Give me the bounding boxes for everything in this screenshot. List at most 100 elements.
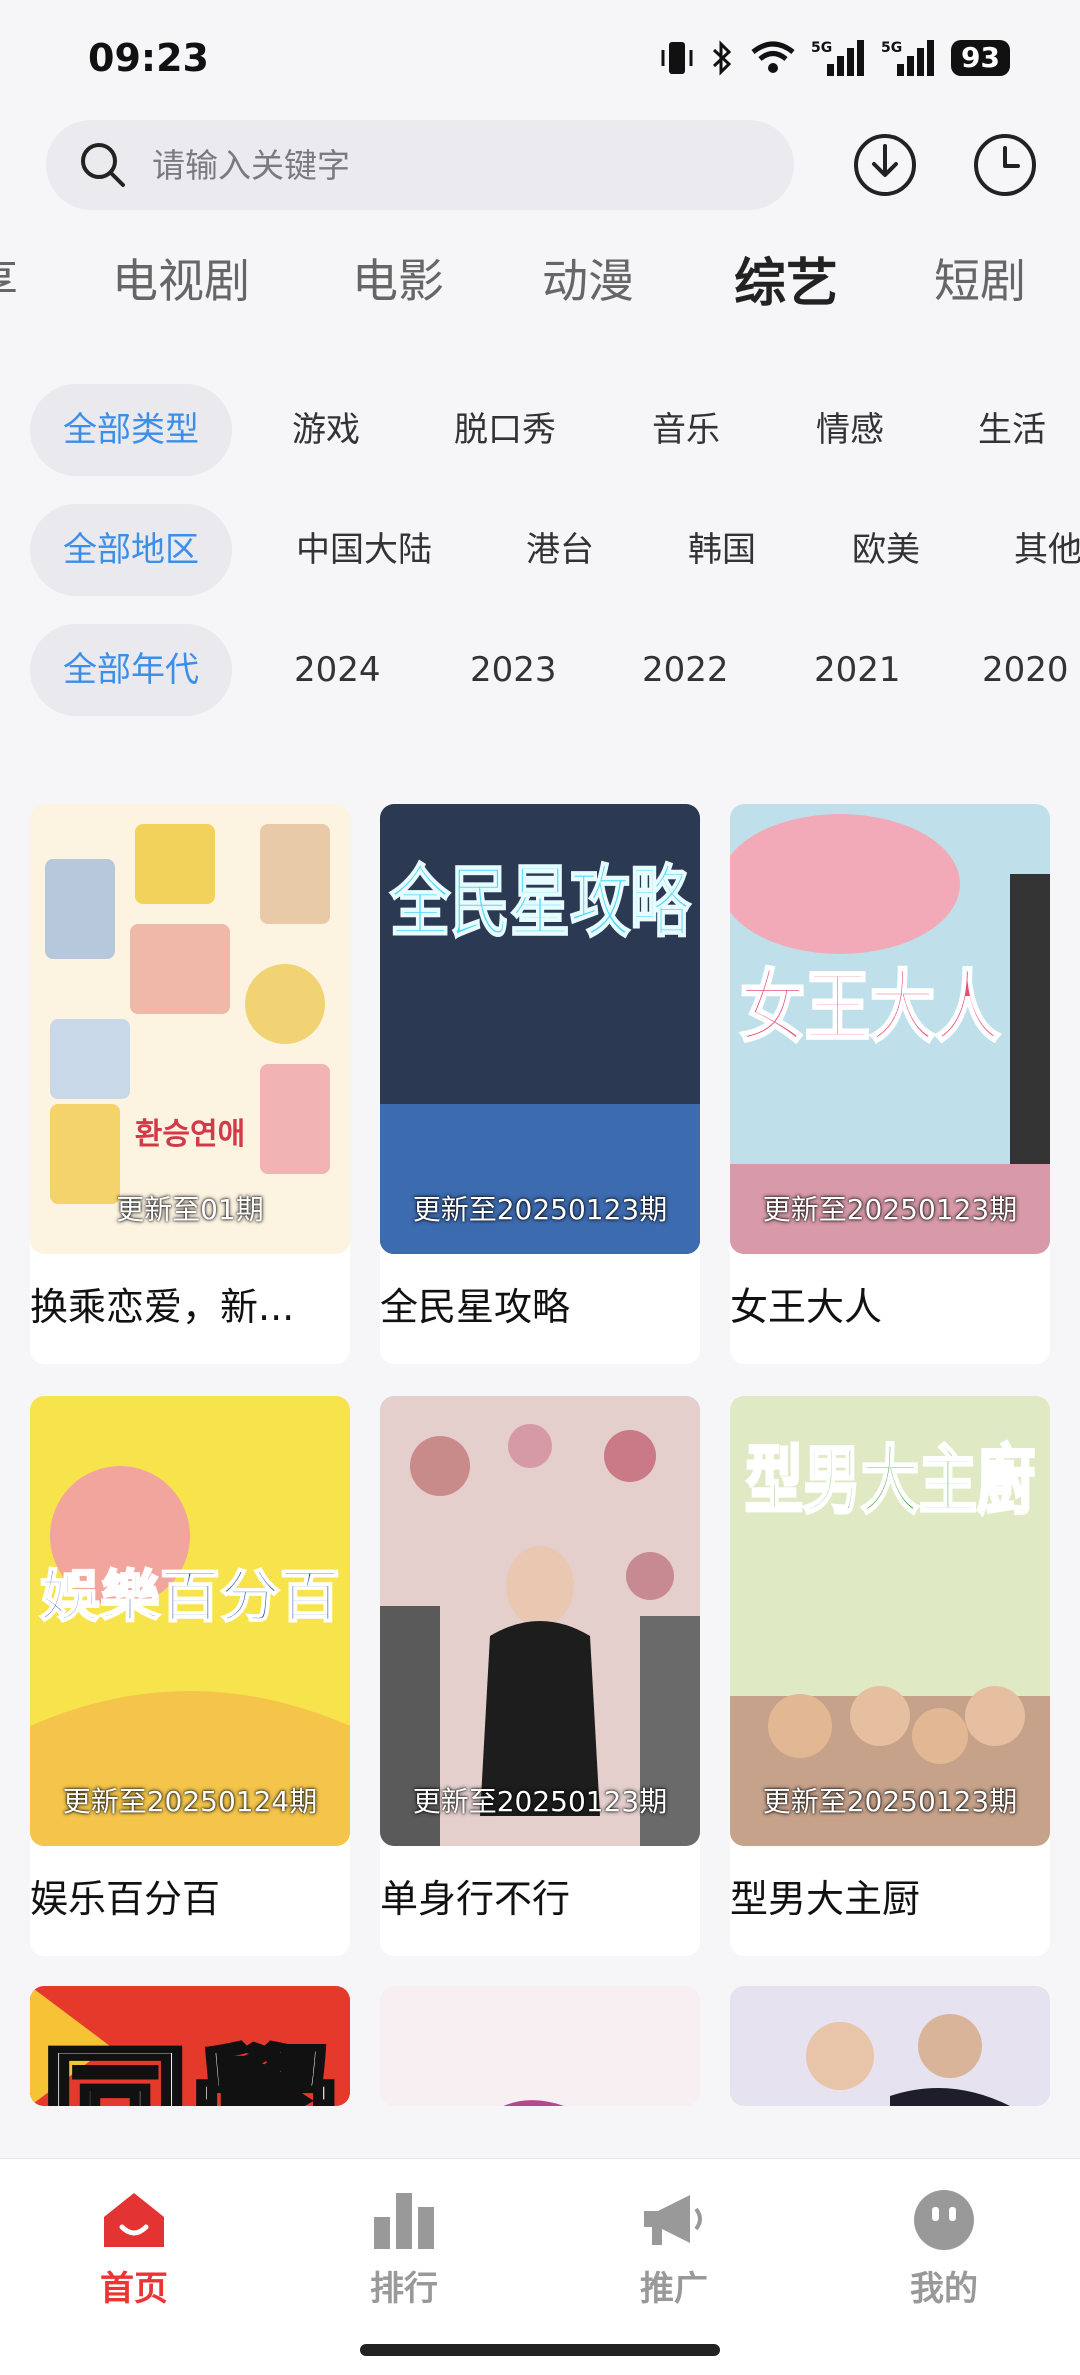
signal-icon: 5G xyxy=(811,40,865,76)
filter-chip[interactable]: 2024 xyxy=(294,624,381,716)
show-card[interactable]: 환승연애 更新至01期 换乘恋爱，新... xyxy=(30,804,350,1364)
show-poster: 更新至20250123期 xyxy=(380,1396,700,1846)
show-card[interactable]: 娛樂百分百 更新至20250124期 娱乐百分百 xyxy=(30,1396,350,1956)
tab-variety[interactable]: 综艺 xyxy=(734,245,838,316)
update-label: 更新至20250123期 xyxy=(762,1193,1018,1226)
show-card[interactable]: 同學 xyxy=(30,1986,350,2106)
search-row xyxy=(0,118,1080,218)
poster-illustration: 娛樂百分百 xyxy=(30,1396,350,1846)
nav-profile[interactable]: 我的 xyxy=(864,2187,1024,2310)
nav-home-label: 首页 xyxy=(100,2269,168,2309)
show-poster: 同學 xyxy=(30,1986,350,2106)
poster-illustration: 환승연애 xyxy=(45,824,330,1204)
poster-text: 女王大人 xyxy=(740,963,1000,1053)
show-card[interactable]: 型男大主廚 更新至20250123期 型男大主厨 xyxy=(730,1396,1050,1956)
poster-text: 型男大主廚 xyxy=(745,1438,1035,1524)
filter-chip[interactable]: 港台 xyxy=(526,504,594,596)
tab-partial[interactable]: 享 xyxy=(0,245,18,311)
search-icon xyxy=(81,143,125,187)
show-card[interactable]: 全民星攻略 更新至20250123期 全民星攻略 xyxy=(380,804,700,1364)
poster-illustration: 全民星攻略 xyxy=(380,804,700,1254)
tab-tv-series[interactable]: 电视剧 xyxy=(112,245,250,311)
profile-face-icon xyxy=(914,2190,974,2250)
tab-anime[interactable]: 动漫 xyxy=(542,245,634,311)
filter-chip[interactable]: 2020 xyxy=(982,624,1069,716)
status-bar: 09:23 5G 5G 93 xyxy=(0,0,1080,110)
filter-chip-all-regions[interactable]: 全部地区 xyxy=(30,504,232,596)
update-label: 更新至20250123期 xyxy=(412,1785,668,1818)
show-title: 单身行不行 xyxy=(380,1877,571,1921)
wifi-icon xyxy=(751,41,795,73)
status-time: 09:23 xyxy=(88,36,209,80)
poster-text: 娛樂百分百 xyxy=(40,1565,340,1630)
home-indicator[interactable] xyxy=(360,2344,720,2356)
poster-text: 全民星攻略 xyxy=(389,858,691,948)
tab-short-drama[interactable]: 短剧 xyxy=(934,245,1026,311)
show-card[interactable]: 女王大人 更新至20250123期 女王大人 xyxy=(730,804,1050,1364)
show-poster: 全民星攻略 更新至20250123期 xyxy=(380,804,700,1254)
filter-chip[interactable]: 其他 xyxy=(1014,504,1080,596)
vibrate-icon xyxy=(661,42,693,74)
search-box[interactable] xyxy=(46,120,794,210)
megaphone-icon xyxy=(644,2195,702,2245)
download-icon[interactable] xyxy=(852,132,918,198)
poster-illustration: 女王大人 xyxy=(730,804,1050,1254)
history-clock-icon[interactable] xyxy=(972,132,1038,198)
bar-chart-icon xyxy=(374,2193,434,2249)
filter-chip[interactable]: 2022 xyxy=(642,624,729,716)
filter-chip-all-years[interactable]: 全部年代 xyxy=(30,624,232,716)
show-title: 全民星攻略 xyxy=(380,1285,571,1329)
filter-chip-all-types[interactable]: 全部类型 xyxy=(30,384,232,476)
show-poster: 女王大人 更新至20250123期 xyxy=(730,804,1050,1254)
category-tabs: 享 电视剧 电影 动漫 综艺 短剧 xyxy=(0,245,1080,345)
nav-profile-label: 我的 xyxy=(910,2269,978,2309)
filter-chip[interactable]: 韩国 xyxy=(688,504,756,596)
show-card[interactable] xyxy=(730,1986,1050,2106)
bluetooth-icon xyxy=(713,40,732,76)
filter-row-year: 全部年代 2024 2023 2022 2021 2020 xyxy=(0,624,1080,716)
show-poster: 환승연애 更新至01期 xyxy=(30,804,350,1254)
signal-label: 5G xyxy=(811,40,832,56)
nav-promote-label: 推广 xyxy=(640,2269,708,2309)
tab-movies[interactable]: 电影 xyxy=(352,245,444,311)
nav-ranking[interactable]: 排行 xyxy=(324,2187,484,2310)
battery-indicator: 93 xyxy=(951,40,1010,76)
filter-chip[interactable]: 音乐 xyxy=(652,384,720,476)
signal-icon: 5G xyxy=(881,40,935,76)
update-label: 更新至20250124期 xyxy=(62,1785,318,1818)
poster-illustration xyxy=(380,1396,700,1846)
filter-chip[interactable]: 游戏 xyxy=(292,384,360,476)
poster-illustration: 同學 xyxy=(30,1986,350,2106)
home-icon xyxy=(104,2193,164,2247)
filter-chip[interactable]: 中国大陆 xyxy=(296,504,432,596)
filter-chip[interactable]: 生活 xyxy=(978,384,1046,476)
filter-row-region: 全部地区 中国大陆 港台 韩国 欧美 其他 xyxy=(0,504,1080,596)
search-input[interactable] xyxy=(150,144,714,186)
update-label: 更新至01期 xyxy=(116,1193,264,1226)
show-card[interactable]: 更新至20250123期 单身行不行 xyxy=(380,1396,700,1956)
filter-chip[interactable]: 欧美 xyxy=(852,504,920,596)
bottom-nav: 首页 排行 推广 我的 xyxy=(0,2158,1080,2375)
nav-home[interactable]: 首页 xyxy=(54,2187,214,2310)
show-card[interactable] xyxy=(380,1986,700,2106)
update-label: 更新至20250123期 xyxy=(412,1193,668,1226)
filter-chip[interactable]: 情感 xyxy=(816,384,884,476)
show-poster: 型男大主廚 更新至20250123期 xyxy=(730,1396,1050,1846)
update-label: 更新至20250123期 xyxy=(762,1785,1018,1818)
show-title: 换乘恋爱，新... xyxy=(30,1285,295,1329)
nav-promote[interactable]: 推广 xyxy=(594,2187,754,2310)
filter-chip[interactable]: 2023 xyxy=(470,624,557,716)
show-poster: 娛樂百分百 更新至20250124期 xyxy=(30,1396,350,1846)
filter-row-type: 全部类型 游戏 脱口秀 音乐 情感 生活 xyxy=(0,384,1080,476)
show-poster xyxy=(380,1986,700,2106)
poster-illustration xyxy=(730,1986,1050,2106)
poster-text: 同學 xyxy=(40,2034,340,2106)
poster-illustration xyxy=(380,1986,700,2106)
poster-text: 환승연애 xyxy=(135,1117,245,1152)
signal-label: 5G xyxy=(881,40,902,56)
nav-ranking-label: 排行 xyxy=(370,2269,438,2309)
filter-chip[interactable]: 2021 xyxy=(814,624,901,716)
poster-illustration: 型男大主廚 xyxy=(730,1396,1050,1846)
filter-chip[interactable]: 脱口秀 xyxy=(454,384,556,476)
show-title: 娱乐百分百 xyxy=(30,1877,221,1921)
